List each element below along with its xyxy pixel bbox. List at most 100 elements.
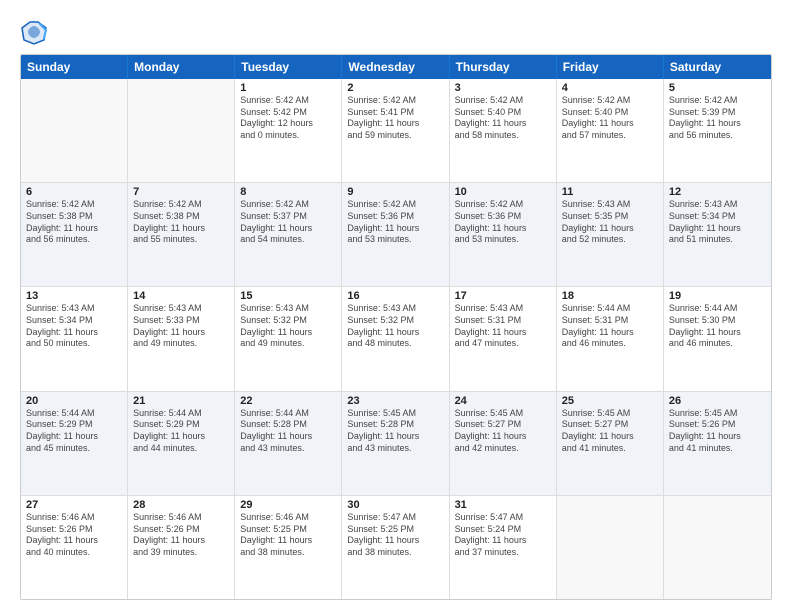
cell-line: Daylight: 11 hours — [455, 327, 551, 339]
cell-line: Daylight: 11 hours — [669, 327, 766, 339]
cell-line: Sunrise: 5:46 AM — [240, 512, 336, 524]
day-number: 4 — [562, 82, 658, 94]
cell-line: Daylight: 11 hours — [26, 327, 122, 339]
cell-line: and 55 minutes. — [133, 234, 229, 246]
cell-line: and 53 minutes. — [455, 234, 551, 246]
cell-line: Sunrise: 5:44 AM — [26, 408, 122, 420]
cell-line: Sunrise: 5:42 AM — [26, 199, 122, 211]
day-number: 8 — [240, 186, 336, 198]
cell-line: and 53 minutes. — [347, 234, 443, 246]
calendar-row: 27Sunrise: 5:46 AMSunset: 5:26 PMDayligh… — [21, 496, 771, 599]
cell-line: Sunset: 5:25 PM — [240, 524, 336, 536]
cell-line: Sunrise: 5:42 AM — [133, 199, 229, 211]
cell-line: and 59 minutes. — [347, 130, 443, 142]
cell-line: Daylight: 11 hours — [26, 223, 122, 235]
day-cell-4: 4Sunrise: 5:42 AMSunset: 5:40 PMDaylight… — [557, 79, 664, 182]
day-number: 6 — [26, 186, 122, 198]
cell-line: Daylight: 11 hours — [133, 327, 229, 339]
cell-line: Daylight: 12 hours — [240, 118, 336, 130]
cell-line: Daylight: 11 hours — [347, 223, 443, 235]
day-cell-1: 1Sunrise: 5:42 AMSunset: 5:42 PMDaylight… — [235, 79, 342, 182]
day-number: 28 — [133, 499, 229, 511]
day-number: 14 — [133, 290, 229, 302]
day-number: 9 — [347, 186, 443, 198]
cell-line: Sunset: 5:27 PM — [562, 419, 658, 431]
header-day-sunday: Sunday — [21, 55, 128, 79]
cell-line: and 48 minutes. — [347, 338, 443, 350]
cell-line: Daylight: 11 hours — [240, 535, 336, 547]
cell-line: Sunset: 5:34 PM — [669, 211, 766, 223]
cell-line: Sunset: 5:29 PM — [26, 419, 122, 431]
day-number: 22 — [240, 395, 336, 407]
cell-line: Sunset: 5:36 PM — [455, 211, 551, 223]
calendar: SundayMondayTuesdayWednesdayThursdayFrid… — [20, 54, 772, 600]
day-number: 12 — [669, 186, 766, 198]
header-day-thursday: Thursday — [450, 55, 557, 79]
day-cell-22: 22Sunrise: 5:44 AMSunset: 5:28 PMDayligh… — [235, 392, 342, 495]
cell-line: and 57 minutes. — [562, 130, 658, 142]
day-cell-27: 27Sunrise: 5:46 AMSunset: 5:26 PMDayligh… — [21, 496, 128, 599]
calendar-body: 1Sunrise: 5:42 AMSunset: 5:42 PMDaylight… — [21, 79, 771, 599]
cell-line: Sunrise: 5:45 AM — [562, 408, 658, 420]
empty-cell — [21, 79, 128, 182]
day-cell-21: 21Sunrise: 5:44 AMSunset: 5:29 PMDayligh… — [128, 392, 235, 495]
cell-line: Sunset: 5:34 PM — [26, 315, 122, 327]
cell-line: and 49 minutes. — [133, 338, 229, 350]
cell-line: Sunrise: 5:46 AM — [26, 512, 122, 524]
cell-line: and 51 minutes. — [669, 234, 766, 246]
cell-line: Sunrise: 5:47 AM — [455, 512, 551, 524]
cell-line: Sunset: 5:38 PM — [133, 211, 229, 223]
cell-line: and 50 minutes. — [26, 338, 122, 350]
cell-line: Sunrise: 5:45 AM — [669, 408, 766, 420]
day-number: 29 — [240, 499, 336, 511]
cell-line: Daylight: 11 hours — [455, 431, 551, 443]
day-number: 23 — [347, 395, 443, 407]
cell-line: Sunset: 5:27 PM — [455, 419, 551, 431]
cell-line: Sunset: 5:32 PM — [240, 315, 336, 327]
cell-line: Sunrise: 5:42 AM — [347, 95, 443, 107]
cell-line: and 54 minutes. — [240, 234, 336, 246]
cell-line: Sunrise: 5:43 AM — [26, 303, 122, 315]
cell-line: Daylight: 11 hours — [347, 118, 443, 130]
day-cell-16: 16Sunrise: 5:43 AMSunset: 5:32 PMDayligh… — [342, 287, 449, 390]
day-cell-13: 13Sunrise: 5:43 AMSunset: 5:34 PMDayligh… — [21, 287, 128, 390]
cell-line: and 58 minutes. — [455, 130, 551, 142]
cell-line: and 38 minutes. — [240, 547, 336, 559]
day-cell-2: 2Sunrise: 5:42 AMSunset: 5:41 PMDaylight… — [342, 79, 449, 182]
day-number: 18 — [562, 290, 658, 302]
cell-line: Daylight: 11 hours — [669, 223, 766, 235]
day-number: 10 — [455, 186, 551, 198]
day-number: 30 — [347, 499, 443, 511]
day-cell-5: 5Sunrise: 5:42 AMSunset: 5:39 PMDaylight… — [664, 79, 771, 182]
cell-line: and 49 minutes. — [240, 338, 336, 350]
day-number: 11 — [562, 186, 658, 198]
cell-line: Daylight: 11 hours — [133, 223, 229, 235]
cell-line: Sunrise: 5:44 AM — [240, 408, 336, 420]
cell-line: Sunset: 5:36 PM — [347, 211, 443, 223]
cell-line: Sunrise: 5:43 AM — [562, 199, 658, 211]
day-number: 15 — [240, 290, 336, 302]
logo — [20, 18, 52, 46]
cell-line: Daylight: 11 hours — [240, 431, 336, 443]
cell-line: Sunset: 5:26 PM — [669, 419, 766, 431]
calendar-row: 6Sunrise: 5:42 AMSunset: 5:38 PMDaylight… — [21, 183, 771, 287]
cell-line: Sunset: 5:31 PM — [455, 315, 551, 327]
cell-line: Sunset: 5:42 PM — [240, 107, 336, 119]
cell-line: Daylight: 11 hours — [455, 535, 551, 547]
cell-line: Daylight: 11 hours — [26, 431, 122, 443]
calendar-row: 1Sunrise: 5:42 AMSunset: 5:42 PMDaylight… — [21, 79, 771, 183]
cell-line: Sunset: 5:39 PM — [669, 107, 766, 119]
cell-line: and 46 minutes. — [669, 338, 766, 350]
cell-line: Sunrise: 5:42 AM — [669, 95, 766, 107]
cell-line: Sunset: 5:40 PM — [455, 107, 551, 119]
cell-line: Sunrise: 5:46 AM — [133, 512, 229, 524]
cell-line: Sunset: 5:37 PM — [240, 211, 336, 223]
cell-line: and 42 minutes. — [455, 443, 551, 455]
cell-line: Daylight: 11 hours — [347, 431, 443, 443]
cell-line: Sunset: 5:26 PM — [133, 524, 229, 536]
calendar-row: 20Sunrise: 5:44 AMSunset: 5:29 PMDayligh… — [21, 392, 771, 496]
day-cell-14: 14Sunrise: 5:43 AMSunset: 5:33 PMDayligh… — [128, 287, 235, 390]
cell-line: and 46 minutes. — [562, 338, 658, 350]
header-day-tuesday: Tuesday — [235, 55, 342, 79]
cell-line: Sunset: 5:31 PM — [562, 315, 658, 327]
